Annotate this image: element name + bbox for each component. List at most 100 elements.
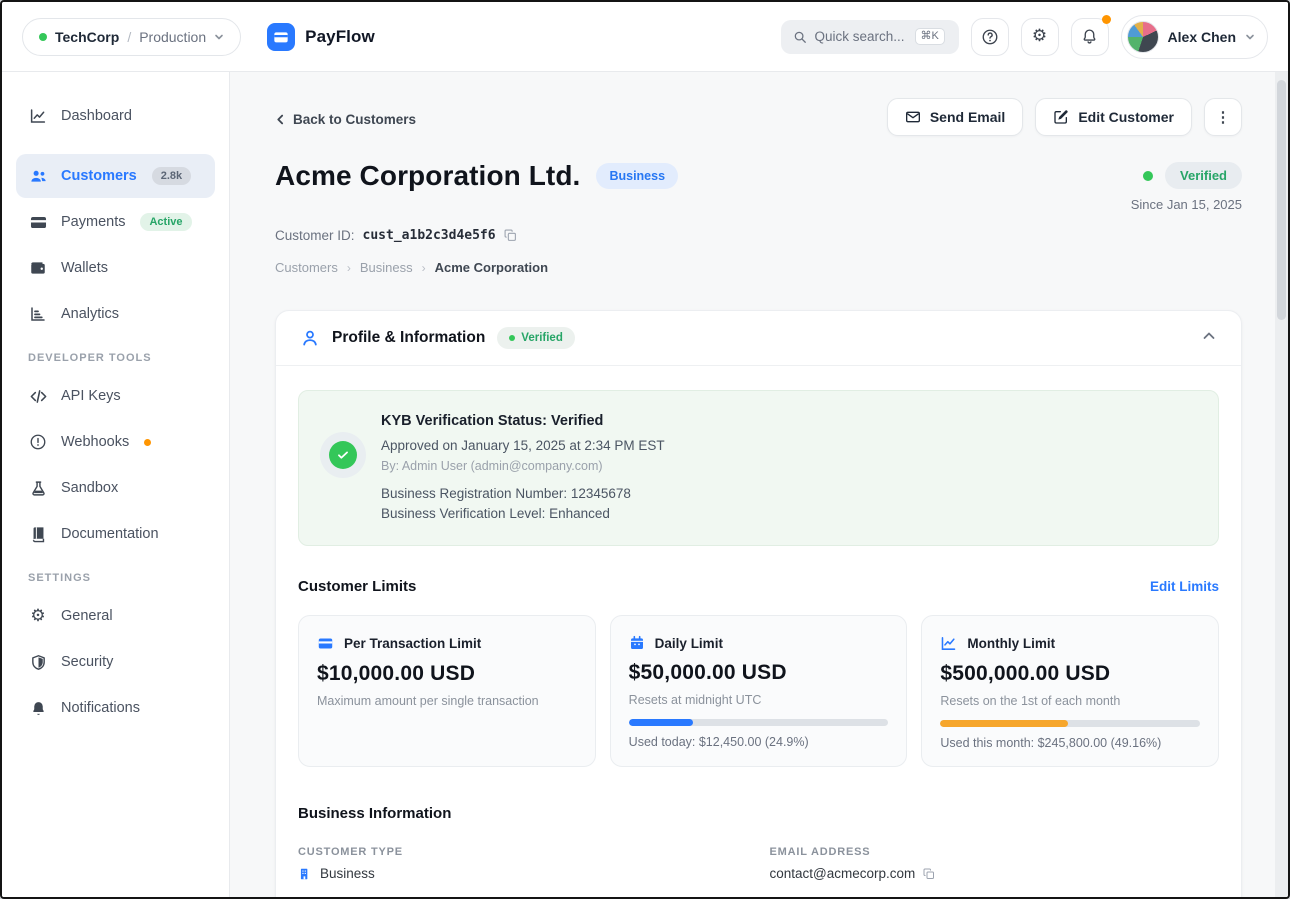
sidebar-item-label: Security	[61, 654, 113, 670]
customer-limits-heading: Customer Limits	[298, 578, 416, 595]
kyb-title: KYB Verification Status: Verified	[381, 413, 665, 429]
user-menu[interactable]: Alex Chen	[1121, 15, 1268, 59]
more-actions-button[interactable]: ⋮	[1204, 98, 1242, 136]
building-icon	[298, 867, 312, 881]
back-to-customers-link[interactable]: Back to Customers	[275, 112, 416, 127]
collapse-chevron-icon[interactable]	[1201, 328, 1217, 349]
page-actions: Send Email Edit Customer ⋮	[887, 98, 1242, 136]
brand-name: PayFlow	[305, 27, 375, 47]
users-icon	[28, 167, 48, 186]
verified-status-dot	[1143, 171, 1153, 181]
progress-fill	[940, 720, 1068, 727]
sidebar-item-label: Sandbox	[61, 480, 118, 496]
sidebar-item-dashboard[interactable]: Dashboard	[16, 94, 215, 138]
scrollbar[interactable]	[1275, 72, 1288, 897]
credit-card-icon	[28, 213, 48, 232]
breadcrumb-business[interactable]: Business	[360, 260, 413, 275]
sidebar-item-label: Webhooks	[61, 434, 129, 450]
verified-badge: Verified	[1165, 162, 1242, 189]
breadcrumb: Customers › Business › Acme Corporation	[275, 260, 1242, 275]
sidebar-item-notifications[interactable]: Notifications	[16, 686, 215, 730]
sidebar-item-sandbox[interactable]: Sandbox	[16, 466, 215, 510]
send-email-button[interactable]: Send Email	[887, 98, 1023, 136]
sidebar-item-label: Dashboard	[61, 108, 132, 124]
notifications-button[interactable]	[1071, 18, 1109, 56]
help-button[interactable]	[971, 18, 1009, 56]
email-value: contact@acmecorp.com	[770, 866, 916, 881]
settings-button[interactable]: ⚙	[1021, 18, 1059, 56]
credit-card-icon	[317, 635, 334, 652]
limit-subtitle: Resets at midnight UTC	[629, 693, 889, 707]
copy-icon[interactable]	[504, 229, 517, 242]
sidebar-item-label: General	[61, 608, 113, 624]
verified-dot	[509, 335, 515, 341]
notification-dot	[1102, 15, 1111, 24]
scrollbar-thumb[interactable]	[1277, 80, 1286, 320]
sidebar-item-documentation[interactable]: Documentation	[16, 512, 215, 556]
sidebar-item-label: Customers	[61, 168, 137, 184]
calendar-icon	[629, 635, 645, 651]
org-separator: /	[127, 29, 131, 45]
code-icon	[28, 387, 48, 406]
breadcrumb-current: Acme Corporation	[435, 260, 548, 275]
line-chart-icon	[28, 107, 48, 125]
profile-card-header[interactable]: Profile & Information Verified	[276, 311, 1241, 366]
limit-usage: Used today: $12,450.00 (24.9%)	[629, 735, 889, 749]
sidebar-item-label: API Keys	[61, 388, 121, 404]
alert-circle-icon	[28, 433, 48, 451]
sidebar-item-label: Wallets	[61, 260, 108, 276]
sidebar-item-customers[interactable]: Customers 2.8k	[16, 154, 215, 198]
quick-search[interactable]: ⌘K	[781, 20, 959, 54]
user-name: Alex Chen	[1168, 29, 1236, 45]
edit-icon	[1053, 109, 1069, 125]
limit-title: Monthly Limit	[967, 636, 1055, 651]
sidebar-item-general[interactable]: ⚙ General	[16, 594, 215, 638]
search-shortcut-kbd: ⌘K	[915, 28, 945, 45]
customer-id-label: Customer ID:	[275, 228, 355, 243]
sidebar-item-wallets[interactable]: Wallets	[16, 246, 215, 290]
search-icon	[793, 30, 807, 44]
per-transaction-limit-card: Per Transaction Limit $10,000.00 USD Max…	[298, 615, 596, 767]
kebab-icon: ⋮	[1216, 108, 1231, 126]
edit-limits-link[interactable]: Edit Limits	[1150, 579, 1219, 594]
search-input[interactable]	[815, 29, 907, 44]
field-email: EMAIL ADDRESS contact@acmecorp.com	[770, 846, 1220, 881]
bell-icon	[28, 700, 48, 717]
kyb-approved-by: By: Admin User (admin@company.com)	[381, 459, 665, 473]
sidebar-item-analytics[interactable]: Analytics	[16, 292, 215, 336]
kyb-verification-level: Business Verification Level: Enhanced	[381, 506, 665, 521]
wallet-icon	[28, 259, 48, 277]
org-name: TechCorp	[55, 29, 119, 45]
breadcrumb-separator: ›	[422, 261, 426, 275]
sidebar-item-label: Analytics	[61, 306, 119, 322]
edit-customer-button[interactable]: Edit Customer	[1035, 98, 1192, 136]
progress-fill	[629, 719, 694, 726]
limit-title: Per Transaction Limit	[344, 636, 481, 651]
limit-usage: Used this month: $245,800.00 (49.16%)	[940, 736, 1200, 750]
profile-information-card: Profile & Information Verified	[275, 310, 1242, 897]
copy-icon[interactable]	[923, 868, 935, 880]
flask-icon	[28, 480, 48, 497]
org-environment: Production	[139, 29, 206, 45]
breadcrumb-customers[interactable]: Customers	[275, 260, 338, 275]
sidebar-item-payments[interactable]: Payments Active	[16, 200, 215, 244]
profile-card-title: Profile & Information	[332, 329, 485, 347]
page-title: Acme Corporation Ltd.	[275, 160, 580, 192]
payflow-logo-icon	[267, 23, 295, 51]
business-info-grid: CUSTOMER TYPE Business EMAIL ADDRESS con…	[298, 846, 1219, 897]
envelope-icon	[905, 109, 921, 125]
limit-cards: Per Transaction Limit $10,000.00 USD Max…	[298, 615, 1219, 767]
chevron-left-icon	[275, 114, 286, 125]
sidebar-item-api-keys[interactable]: API Keys	[16, 374, 215, 418]
bar-chart-icon	[28, 305, 48, 323]
book-icon	[28, 526, 48, 543]
sidebar-item-webhooks[interactable]: Webhooks	[16, 420, 215, 464]
brand[interactable]: PayFlow	[267, 23, 375, 51]
daily-limit-progress	[629, 719, 889, 726]
customer-id-value: cust_a1b2c3d4e5f6	[363, 228, 496, 243]
limit-amount: $10,000.00 USD	[317, 662, 577, 686]
org-status-dot	[39, 33, 47, 41]
line-chart-icon	[940, 635, 957, 652]
sidebar-item-security[interactable]: Security	[16, 640, 215, 684]
org-switcher[interactable]: TechCorp / Production	[22, 18, 241, 56]
